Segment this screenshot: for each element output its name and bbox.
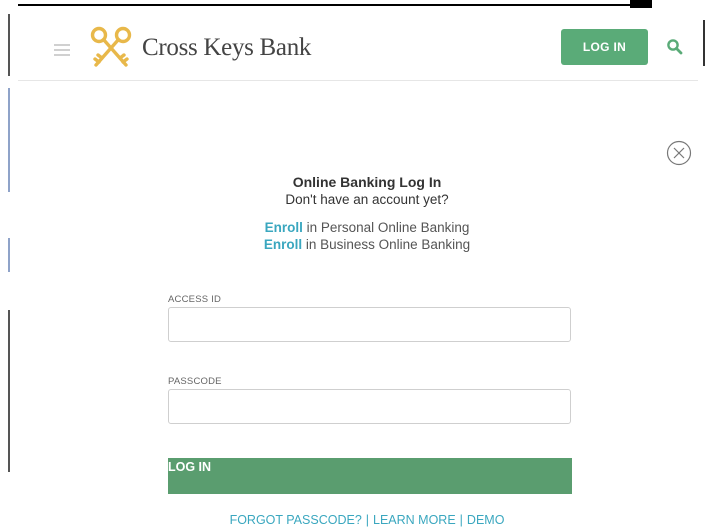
left-edge-line bbox=[8, 310, 10, 472]
access-id-input[interactable] bbox=[168, 307, 571, 342]
link-separator: | bbox=[365, 513, 370, 527]
top-edge-mark bbox=[630, 0, 652, 8]
brand-name: Cross Keys Bank bbox=[142, 34, 312, 61]
passcode-label: PASSCODE bbox=[168, 376, 222, 387]
enroll-business-text: in Business Online Banking bbox=[302, 237, 471, 252]
top-border bbox=[18, 4, 652, 6]
enroll-personal-text: in Personal Online Banking bbox=[302, 220, 470, 235]
access-id-label: ACCESS ID bbox=[168, 294, 222, 305]
page: Cross Keys Bank LOG IN Online Banking Lo… bbox=[0, 0, 710, 527]
brand-logo[interactable]: Cross Keys Bank bbox=[88, 24, 311, 72]
learn-more-link[interactable]: LEARN MORE bbox=[373, 513, 456, 527]
enroll-business-link[interactable]: Enroll bbox=[264, 237, 302, 252]
search-icon[interactable] bbox=[666, 38, 684, 56]
hamburger-icon[interactable] bbox=[54, 44, 70, 56]
login-submit-button[interactable]: LOG IN bbox=[168, 458, 572, 494]
site-header: Cross Keys Bank LOG IN bbox=[18, 14, 698, 81]
right-edge-line bbox=[703, 20, 705, 66]
login-panel-title: Online Banking Log In bbox=[292, 174, 442, 190]
link-separator: | bbox=[459, 513, 463, 527]
demo-link[interactable]: DEMO bbox=[467, 513, 505, 527]
no-account-text: Don't have an account yet? bbox=[285, 192, 449, 207]
left-edge-line bbox=[8, 14, 10, 76]
enroll-business-line: Enroll in Business Online Banking bbox=[0, 237, 710, 252]
crossed-keys-icon bbox=[90, 26, 132, 67]
enroll-personal-line: Enroll in Personal Online Banking bbox=[0, 220, 710, 235]
footer-links: FORGOT PASSCODE? | LEARN MORE | DEMO bbox=[0, 513, 710, 527]
header-login-button[interactable]: LOG IN bbox=[561, 29, 648, 65]
close-circle-icon[interactable] bbox=[666, 140, 692, 166]
forgot-passcode-link[interactable]: FORGOT PASSCODE? bbox=[230, 513, 362, 527]
passcode-input[interactable] bbox=[168, 389, 571, 424]
enroll-personal-link[interactable]: Enroll bbox=[265, 220, 303, 235]
